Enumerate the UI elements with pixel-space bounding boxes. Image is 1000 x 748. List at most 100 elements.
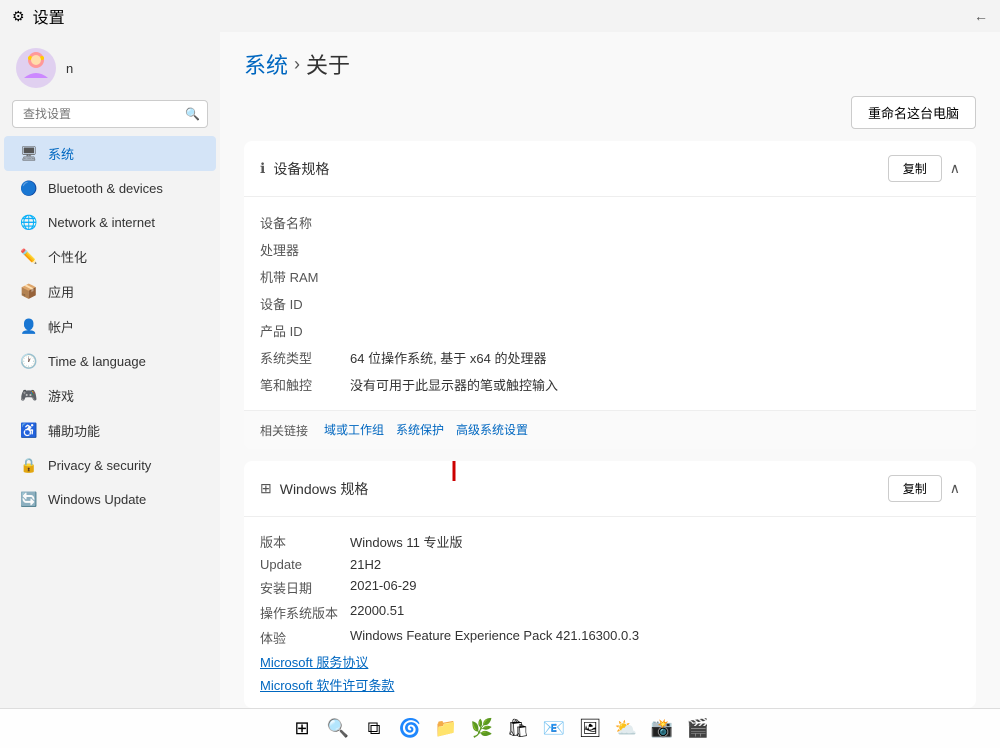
spec-row: 系统类型64 位操作系统, 基于 x64 的处理器 bbox=[260, 344, 960, 371]
title-bar: ⚙ 设置 ← bbox=[0, 0, 1000, 32]
sidebar-icon-system: 🖥 bbox=[20, 145, 38, 163]
related-links: 域或工作组系统保护高级系统设置 bbox=[318, 421, 534, 439]
taskbar-icon-photos[interactable]: 🖼 bbox=[574, 713, 606, 745]
win-value: Windows 11 专业版 bbox=[350, 532, 462, 551]
spec-label: 产品 ID bbox=[260, 321, 350, 340]
windows-specs-body: 版本Windows 11 专业版Update21H2安装日期2021-06-29… bbox=[244, 517, 976, 708]
sidebar-label-accessibility: 辅助功能 bbox=[48, 421, 100, 440]
spec-value: 没有可用于此显示器的笔或触控输入 bbox=[350, 375, 558, 394]
taskbar-icon-mail[interactable]: 📧 bbox=[538, 713, 570, 745]
content-area: 系统 › 关于 重命名这台电脑 ℹ 设备规格 复制 ∧ 设备名称处理器机带 RA bbox=[220, 32, 1000, 708]
sidebar-label-gaming: 游戏 bbox=[48, 386, 74, 405]
info-icon: ℹ bbox=[260, 160, 265, 177]
related-link-protection[interactable]: 系统保护 bbox=[390, 421, 450, 439]
sidebar-icon-apps: 📦 bbox=[20, 283, 38, 301]
sidebar-item-privacy[interactable]: 🔒 Privacy & security bbox=[4, 448, 216, 482]
avatar bbox=[16, 48, 56, 88]
sidebar-item-gaming[interactable]: 🎮 游戏 bbox=[4, 378, 216, 413]
win-label: 安装日期 bbox=[260, 578, 350, 597]
windows-specs-card: ⊞ Windows 规格 复制 ∧ 版本Windows 11 专业版Update… bbox=[244, 461, 976, 708]
sidebar-icon-privacy: 🔒 bbox=[20, 456, 38, 474]
sidebar-item-update[interactable]: 🔄 Windows Update bbox=[4, 482, 216, 516]
breadcrumb-parent[interactable]: 系统 bbox=[244, 48, 288, 80]
related-links-row: 相关链接 域或工作组系统保护高级系统设置 bbox=[244, 410, 976, 449]
win-row: 操作系统版本22000.51 bbox=[260, 600, 960, 625]
windows-specs-title: Windows 规格 bbox=[280, 479, 880, 499]
win-label: 操作系统版本 bbox=[260, 603, 350, 622]
sidebar-item-personalization[interactable]: ✏️ 个性化 bbox=[4, 239, 216, 274]
sidebar-item-network[interactable]: 🌐 Network & internet bbox=[4, 205, 216, 239]
win-label: Update bbox=[260, 557, 350, 572]
sidebar-item-accessibility[interactable]: ♿ 辅助功能 bbox=[4, 413, 216, 448]
windows-specs-actions: 复制 ∧ bbox=[888, 475, 960, 502]
spec-row: 机带 RAM bbox=[260, 263, 960, 290]
win-row: Update21H2 bbox=[260, 554, 960, 575]
sidebar-item-system[interactable]: 🖥 系统 bbox=[4, 136, 216, 171]
sidebar-label-system: 系统 bbox=[48, 144, 74, 163]
rename-button[interactable]: 重命名这台电脑 bbox=[851, 96, 976, 129]
taskbar-center: ⊞🔍⧉🌀📁🌿🛍📧🖼⛅📸🎬 bbox=[286, 713, 714, 745]
rename-row: 重命名这台电脑 bbox=[244, 96, 976, 129]
win-value: Windows Feature Experience Pack 421.1630… bbox=[350, 628, 639, 647]
sidebar-item-apps[interactable]: 📦 应用 bbox=[4, 274, 216, 309]
windows-icon: ⊞ bbox=[260, 480, 272, 497]
spec-row: 设备名称 bbox=[260, 209, 960, 236]
spec-label: 设备 ID bbox=[260, 294, 350, 313]
related-link-domain[interactable]: 域或工作组 bbox=[318, 421, 390, 439]
user-section: n bbox=[0, 40, 220, 100]
taskbar-icon-video[interactable]: 🎬 bbox=[682, 713, 714, 745]
sidebar-label-accounts: 帐户 bbox=[48, 317, 74, 336]
related-links-label: 相关链接 bbox=[260, 422, 308, 439]
user-name: n bbox=[66, 61, 73, 76]
sidebar-item-bluetooth[interactable]: 🔵 Bluetooth & devices bbox=[4, 171, 216, 205]
related-link-advanced[interactable]: 高级系统设置 bbox=[450, 421, 534, 439]
win-value: 21H2 bbox=[350, 557, 381, 572]
sidebar-item-time[interactable]: 🕐 Time & language bbox=[4, 344, 216, 378]
search-box: 🔍 bbox=[12, 100, 208, 128]
taskbar: ⊞🔍⧉🌀📁🌿🛍📧🖼⛅📸🎬 bbox=[0, 708, 1000, 748]
device-specs-card: ℹ 设备规格 复制 ∧ 设备名称处理器机带 RAM设备 ID产品 ID系统类型6… bbox=[244, 141, 976, 449]
windows-specs-collapse-button[interactable]: ∧ bbox=[950, 480, 960, 497]
taskbar-icon-taskview[interactable]: ⧉ bbox=[358, 713, 390, 745]
sidebar-label-privacy: Privacy & security bbox=[48, 458, 151, 473]
windows-specs-copy-button[interactable]: 复制 bbox=[888, 475, 942, 502]
taskbar-icon-search[interactable]: 🔍 bbox=[322, 713, 354, 745]
sidebar-icon-time: 🕐 bbox=[20, 352, 38, 370]
search-input[interactable] bbox=[12, 100, 208, 128]
taskbar-icon-edge[interactable]: 🌀 bbox=[394, 713, 426, 745]
win-row: 体验Windows Feature Experience Pack 421.16… bbox=[260, 625, 960, 650]
windows-link-service[interactable]: Microsoft 服务协议 bbox=[260, 650, 960, 673]
spec-row: 设备 ID bbox=[260, 290, 960, 317]
sidebar-item-accounts[interactable]: 👤 帐户 bbox=[4, 309, 216, 344]
win-label: 版本 bbox=[260, 532, 350, 551]
taskbar-icon-start[interactable]: ⊞ bbox=[286, 713, 318, 745]
taskbar-icon-explorer[interactable]: 📁 bbox=[430, 713, 462, 745]
back-button[interactable]: ← bbox=[974, 8, 988, 24]
taskbar-icon-chrome[interactable]: 🌿 bbox=[466, 713, 498, 745]
sidebar-icon-update: 🔄 bbox=[20, 490, 38, 508]
windows-link-license[interactable]: Microsoft 软件许可条款 bbox=[260, 673, 960, 696]
sidebar: n 🔍 🖥 系统 🔵 Bluetooth & devices 🌐 Network… bbox=[0, 32, 220, 708]
sidebar-icon-network: 🌐 bbox=[20, 213, 38, 231]
sidebar-icon-personalization: ✏️ bbox=[20, 248, 38, 266]
sidebar-items: 🖥 系统 🔵 Bluetooth & devices 🌐 Network & i… bbox=[0, 136, 220, 516]
settings-icon: ⚙ bbox=[12, 8, 25, 25]
spec-row: 笔和触控没有可用于此显示器的笔或触控输入 bbox=[260, 371, 960, 398]
device-specs-copy-button[interactable]: 复制 bbox=[888, 155, 942, 182]
sidebar-label-time: Time & language bbox=[48, 354, 146, 369]
spec-row: 产品 ID bbox=[260, 317, 960, 344]
device-specs-body: 设备名称处理器机带 RAM设备 ID产品 ID系统类型64 位操作系统, 基于 … bbox=[244, 197, 976, 410]
device-specs-header: ℹ 设备规格 复制 ∧ bbox=[244, 141, 976, 197]
device-specs-title: 设备规格 bbox=[273, 159, 879, 179]
taskbar-icon-camera[interactable]: 📸 bbox=[646, 713, 678, 745]
avatar-icon bbox=[18, 50, 54, 86]
win-row: 版本Windows 11 专业版 bbox=[260, 529, 960, 554]
spec-label: 机带 RAM bbox=[260, 267, 350, 286]
taskbar-icon-weather[interactable]: ⛅ bbox=[610, 713, 642, 745]
win-value: 22000.51 bbox=[350, 603, 404, 622]
device-specs-collapse-button[interactable]: ∧ bbox=[950, 160, 960, 177]
win-row: 安装日期2021-06-29 bbox=[260, 575, 960, 600]
sidebar-icon-accounts: 👤 bbox=[20, 318, 38, 336]
taskbar-icon-store[interactable]: 🛍 bbox=[502, 713, 534, 745]
win-value: 2021-06-29 bbox=[350, 578, 417, 597]
